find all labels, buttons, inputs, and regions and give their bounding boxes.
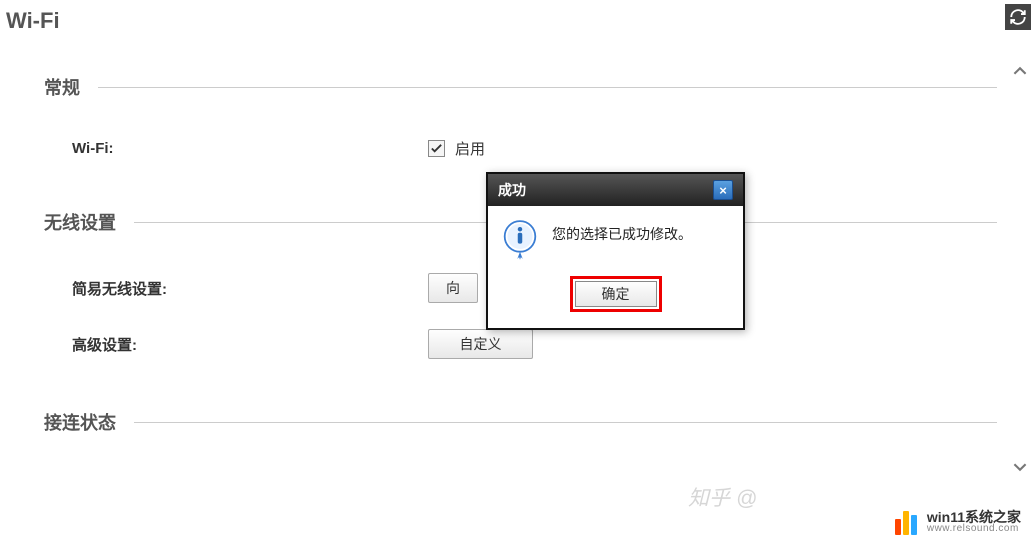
- section-title-wireless: 无线设置: [44, 209, 116, 235]
- dialog-body: 您的选择已成功修改。: [488, 206, 743, 268]
- watermark-zhihu: 知乎 @: [688, 482, 757, 512]
- advanced-custom-button[interactable]: 自定义: [428, 329, 533, 359]
- label-wifi: Wi-Fi:: [72, 140, 428, 157]
- dialog-ok-button[interactable]: 确定: [575, 281, 657, 307]
- brand-url: www.relsound.com: [927, 524, 1021, 534]
- section-header-status: 接连状态: [44, 409, 1033, 435]
- wifi-enable-checkbox[interactable]: [428, 140, 445, 157]
- section-header-general: 常规: [44, 74, 1033, 100]
- success-dialog: 成功 × 您的选择已成功修改。 确定: [486, 172, 745, 330]
- section-title-status: 接连状态: [44, 409, 116, 435]
- close-icon: ×: [719, 183, 727, 198]
- scroll-down-icon[interactable]: [1009, 456, 1031, 478]
- section-general: 常规 Wi-Fi: 启用: [44, 74, 1033, 159]
- dialog-title-text: 成功: [498, 180, 526, 200]
- dialog-close-button[interactable]: ×: [713, 180, 733, 200]
- simple-wireless-button[interactable]: 向: [428, 273, 478, 303]
- brand-logo-icon: [895, 509, 921, 535]
- section-title-general: 常规: [44, 74, 80, 100]
- info-icon: [502, 220, 538, 260]
- dialog-ok-highlight: 确定: [570, 276, 662, 312]
- dialog-message: 您的选择已成功修改。: [552, 220, 692, 244]
- divider: [98, 87, 997, 88]
- dialog-footer: 确定: [488, 268, 743, 328]
- brand-name: win11系统之家: [927, 510, 1021, 524]
- label-advanced: 高级设置:: [72, 334, 428, 355]
- section-status: 接连状态: [44, 409, 1033, 435]
- page-title: Wi-Fi: [0, 0, 1033, 44]
- divider: [134, 422, 997, 423]
- dialog-titlebar: 成功 ×: [488, 174, 743, 206]
- label-simple-wireless: 简易无线设置:: [72, 278, 428, 299]
- refresh-icon[interactable]: [1005, 4, 1031, 30]
- field-wifi: Wi-Fi: 启用: [44, 138, 1033, 159]
- watermark-brand: win11系统之家 www.relsound.com: [889, 506, 1027, 538]
- field-advanced: 高级设置: 自定义: [44, 329, 1033, 359]
- wifi-enable-label: 启用: [455, 138, 485, 159]
